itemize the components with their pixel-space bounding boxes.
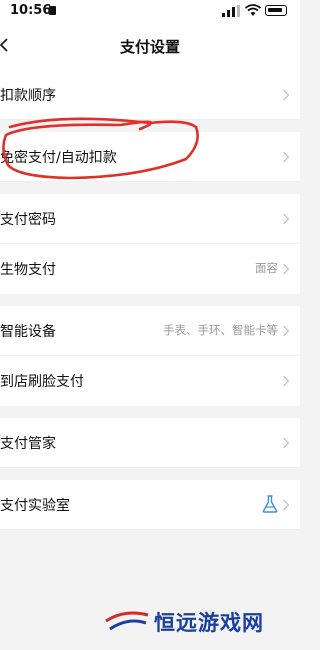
- flask-icon: [262, 495, 278, 513]
- lock-icon: [49, 6, 56, 15]
- chevron-right-icon: [283, 325, 290, 337]
- menu-row-value: 面容: [255, 261, 278, 275]
- chevron-right-icon: [283, 263, 290, 275]
- watermark-logo: 恒远游戏网: [104, 600, 294, 640]
- menu-row-label: 到店刷脸支付: [0, 374, 84, 390]
- chevron-right-icon: [283, 89, 290, 101]
- menu-row-smart-devices[interactable]: 智能设备 手表、手环、智能卡等: [0, 306, 300, 356]
- chevron-right-icon: [283, 437, 290, 449]
- chevron-right-icon: [283, 151, 290, 163]
- chevron-right-icon: [283, 499, 290, 511]
- battery-icon: [265, 5, 287, 16]
- status-bar: 10:56: [0, 0, 300, 22]
- status-time: 10:56: [10, 3, 52, 18]
- menu-row-payment-butler[interactable]: 支付管家: [0, 418, 300, 468]
- menu-row-value: 手表、手环、智能卡等: [163, 323, 278, 337]
- chevron-right-icon: [283, 375, 290, 387]
- menu-row-label: 生物支付: [0, 262, 56, 278]
- watermark-text: 恒远游戏网: [154, 610, 264, 635]
- signal-icon: [222, 5, 240, 17]
- section-divider: [0, 294, 300, 306]
- menu-row-label: 免密支付/自动扣款: [0, 150, 117, 166]
- section-divider: [0, 468, 300, 480]
- settings-menu: 扣款顺序 免密支付/自动扣款 支付密码 生物支付 面容 智能设备 手表、手环、智…: [0, 70, 300, 530]
- menu-row-deduction-order[interactable]: 扣款顺序: [0, 70, 300, 120]
- menu-row-biometric-payment[interactable]: 生物支付 面容: [0, 244, 300, 294]
- menu-row-password-free-payment[interactable]: 免密支付/自动扣款: [0, 132, 300, 182]
- page-title: 支付设置: [119, 38, 180, 56]
- menu-row-label: 支付密码: [0, 212, 56, 228]
- watermark-swoosh-icon: [105, 611, 149, 631]
- menu-row-label: 扣款顺序: [0, 88, 56, 104]
- chevron-right-icon: [283, 213, 290, 225]
- menu-row-payment-password[interactable]: 支付密码: [0, 194, 300, 244]
- nav-bar: 支付设置: [0, 22, 300, 70]
- section-divider: [0, 182, 300, 194]
- menu-row-payment-lab[interactable]: 支付实验室: [0, 480, 300, 530]
- menu-row-label: 支付管家: [0, 436, 56, 452]
- menu-row-label: 智能设备: [0, 324, 56, 340]
- section-divider: [0, 120, 300, 132]
- wifi-icon: [245, 4, 261, 16]
- menu-row-label: 支付实验室: [0, 498, 70, 514]
- section-divider: [0, 406, 300, 418]
- menu-row-face-payment[interactable]: 到店刷脸支付: [0, 356, 300, 406]
